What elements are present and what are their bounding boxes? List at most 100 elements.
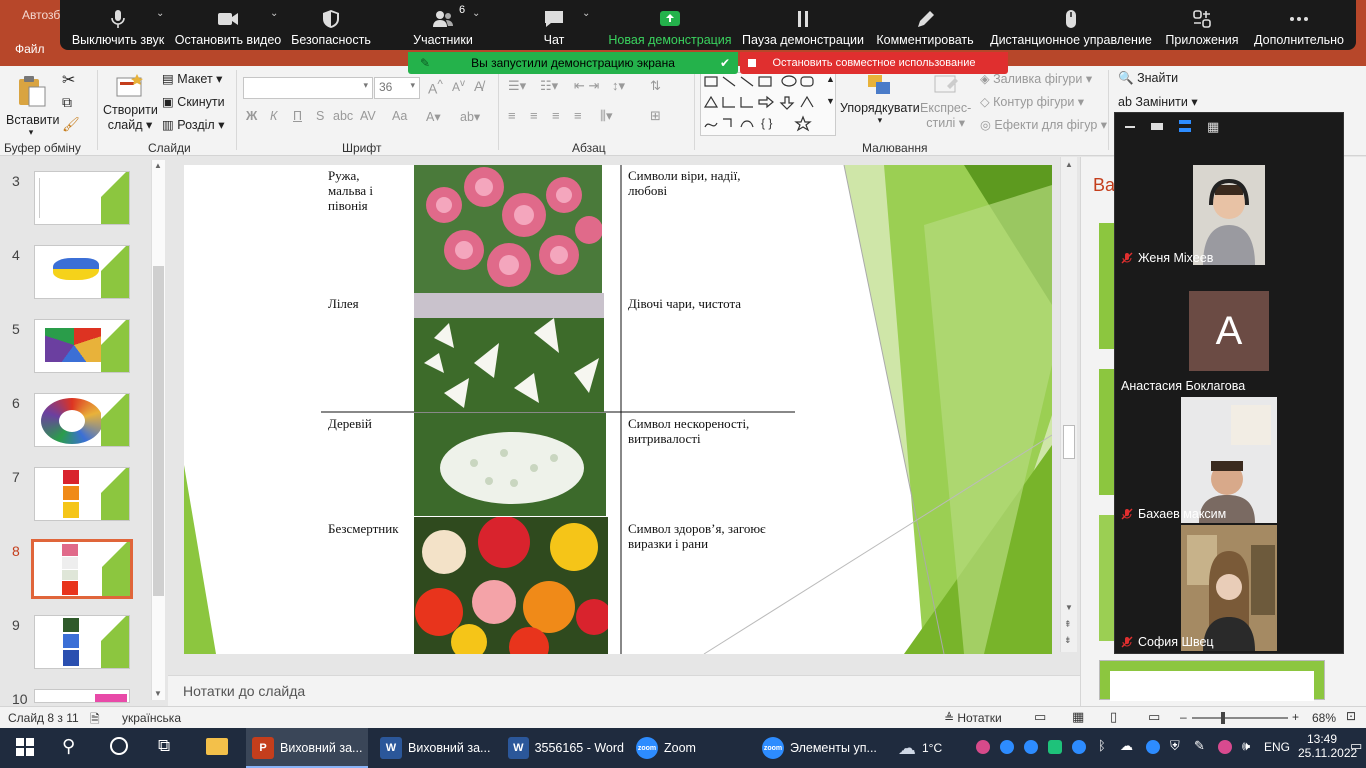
- highlight-icon[interactable]: ab▾: [460, 109, 480, 124]
- copy-icon[interactable]: ⧉: [62, 94, 72, 111]
- font-name-combo[interactable]: ▾: [243, 77, 373, 99]
- tab-file[interactable]: Файл: [15, 42, 45, 56]
- annotate-button[interactable]: Комментировать: [876, 0, 974, 50]
- taskbar-app-button[interactable]: zoom Zoom: [630, 728, 750, 768]
- chat-button[interactable]: ⌄ Чат: [530, 0, 591, 50]
- participant-tile[interactable]: Женя Міхеев: [1115, 141, 1343, 267]
- zoom-tray-icon[interactable]: [1072, 740, 1086, 754]
- italic-button[interactable]: К: [270, 109, 277, 123]
- speaker-view-icon[interactable]: [1151, 123, 1163, 130]
- participants-button[interactable]: 6 ⌄ Участники: [408, 0, 480, 50]
- new-slide-button[interactable]: Створити слайд ▾: [103, 72, 158, 132]
- stop-video-button[interactable]: ⌄ Остановить видео: [174, 0, 282, 50]
- align-center-icon[interactable]: ≡: [530, 108, 538, 123]
- tray-app-icon[interactable]: [1218, 740, 1232, 754]
- shrink-font-icon[interactable]: Av: [452, 78, 465, 94]
- more-button[interactable]: Дополнительно: [1250, 0, 1348, 50]
- notes-pane[interactable]: Нотатки до слайда: [168, 675, 1080, 706]
- bullets-icon[interactable]: ☰▾: [508, 78, 526, 94]
- security-tray-icon[interactable]: ⛨: [1170, 738, 1180, 754]
- design-idea-thumb[interactable]: [1099, 223, 1115, 349]
- volume-icon[interactable]: 🕪: [1242, 738, 1250, 754]
- windows-start-icon[interactable]: [16, 738, 34, 756]
- slide-canvas[interactable]: Ружа, мальва і півонія Лілея Деревій Безсм…: [184, 165, 1052, 654]
- section-button[interactable]: ▥ Розділ ▾: [162, 117, 224, 132]
- reset-button[interactable]: ▣ Скинути: [162, 94, 225, 109]
- chevron-down-icon[interactable]: ▼: [154, 689, 162, 698]
- slide-thumbnail[interactable]: [31, 539, 133, 599]
- autosave-label[interactable]: Автозб: [22, 8, 60, 22]
- change-case-button[interactable]: Aa: [392, 109, 407, 123]
- quick-styles-button[interactable]: Експрес- стилі ▾: [920, 72, 971, 130]
- scissors-icon[interactable]: ✂: [62, 70, 75, 90]
- align-right-icon[interactable]: ≡: [552, 108, 560, 123]
- slide-thumbnail[interactable]: [34, 319, 130, 373]
- chevron-down-icon[interactable]: ⌄: [270, 8, 278, 19]
- shapes-gallery[interactable]: { }: [700, 72, 836, 136]
- chevron-down-icon[interactable]: ▼: [1065, 603, 1073, 612]
- slide-thumbnail[interactable]: [34, 393, 130, 447]
- chevron-up-icon[interactable]: ▲: [1065, 160, 1073, 169]
- columns-icon[interactable]: ⫼▾: [600, 108, 613, 124]
- font-size-combo[interactable]: 36 ▾: [374, 77, 420, 99]
- normal-view-icon[interactable]: ▭: [1034, 709, 1046, 725]
- cloud-sync-icon[interactable]: ☁: [1120, 738, 1133, 754]
- zoom-out-icon[interactable]: –: [1180, 710, 1187, 724]
- notifications-icon[interactable]: ▭: [1350, 738, 1362, 754]
- remote-control-button[interactable]: Дистанционное управление: [988, 0, 1154, 50]
- pen-tray-icon[interactable]: ✎: [1194, 738, 1205, 754]
- slide-thumbnail[interactable]: [34, 171, 130, 225]
- zoom-level[interactable]: 68%: [1312, 711, 1336, 725]
- stop-share-button[interactable]: Остановить совместное использование: [740, 52, 1008, 74]
- zoom-in-icon[interactable]: +: [1292, 710, 1299, 724]
- pause-share-button[interactable]: Пауза демонстрации: [742, 0, 864, 50]
- shadow-button[interactable]: abc: [333, 109, 353, 123]
- chevron-down-icon[interactable]: ⌄: [582, 8, 590, 19]
- notes-toggle[interactable]: ≜ Нотатки: [944, 711, 1002, 725]
- taskbar-app-button[interactable]: zoom Элементы уп...: [756, 728, 886, 768]
- taskbar-app-button[interactable]: W 3556165 - Word: [502, 728, 624, 768]
- taskbar-app-button[interactable]: W Виховний за...: [374, 728, 496, 768]
- design-idea-thumb[interactable]: [1099, 515, 1115, 641]
- zoom-tray-icon[interactable]: [1024, 740, 1038, 754]
- arrange-button[interactable]: Упорядкувати ▾: [840, 72, 920, 126]
- chevron-up-icon[interactable]: ▲: [826, 74, 835, 84]
- mute-button[interactable]: ⌄ Выключить звук: [68, 0, 168, 50]
- zoom-tray-icon[interactable]: [1146, 740, 1160, 754]
- clear-format-icon[interactable]: A̸: [474, 78, 483, 94]
- apps-button[interactable]: Приложения: [1162, 0, 1242, 50]
- shape-effects-button[interactable]: ◎ Ефекти для фігур ▾: [980, 117, 1107, 132]
- pin-icon[interactable]: ✎: [420, 56, 430, 70]
- text-direction-icon[interactable]: ⇅: [650, 78, 661, 94]
- participant-tile[interactable]: София Швец: [1115, 525, 1343, 651]
- input-language[interactable]: ENG: [1264, 740, 1290, 754]
- chevron-up-icon[interactable]: ▲: [154, 161, 162, 170]
- slide-thumbnail[interactable]: [34, 245, 130, 299]
- chevron-down-icon[interactable]: ⌄: [472, 8, 480, 19]
- weather-widget[interactable]: ☁ 1°C: [898, 728, 942, 768]
- design-idea-thumb[interactable]: [1099, 660, 1325, 701]
- smartart-icon[interactable]: ⊞: [650, 108, 661, 124]
- scroll-thumb[interactable]: [1063, 425, 1075, 459]
- shape-outline-button[interactable]: ◇ Контур фігури ▾: [980, 94, 1084, 109]
- slide-scrollbar[interactable]: ▲ ▼ ⇞ ⇟: [1060, 157, 1077, 652]
- bluetooth-icon[interactable]: ᛒ: [1098, 738, 1106, 753]
- find-button[interactable]: 🔍 Знайти: [1118, 71, 1178, 86]
- format-painter-icon[interactable]: 🖌: [62, 116, 80, 133]
- next-slide-icon[interactable]: ⇟: [1064, 635, 1072, 646]
- paste-button[interactable]: Вставити ▾: [6, 74, 59, 137]
- language-indicator[interactable]: українська: [122, 711, 181, 725]
- fit-slide-icon[interactable]: ⊡: [1346, 709, 1356, 723]
- underline-button[interactable]: П: [293, 109, 302, 123]
- strikethrough-button[interactable]: S: [316, 109, 324, 123]
- slide-thumbnail[interactable]: [34, 467, 130, 521]
- previous-slide-icon[interactable]: ⇞: [1064, 619, 1072, 630]
- grid-view-icon[interactable]: ▦: [1207, 119, 1219, 135]
- indent-icon[interactable]: ⇤ ⇥: [574, 78, 599, 94]
- bold-button[interactable]: Ж: [246, 109, 257, 123]
- tray-app-icon[interactable]: [976, 740, 990, 754]
- clock[interactable]: 13:49 25.11.2022: [1298, 732, 1357, 760]
- cortana-icon[interactable]: [110, 737, 128, 755]
- taskbar-app-button[interactable]: P Виховний за...: [246, 728, 368, 768]
- slide-thumbnail[interactable]: [34, 689, 130, 703]
